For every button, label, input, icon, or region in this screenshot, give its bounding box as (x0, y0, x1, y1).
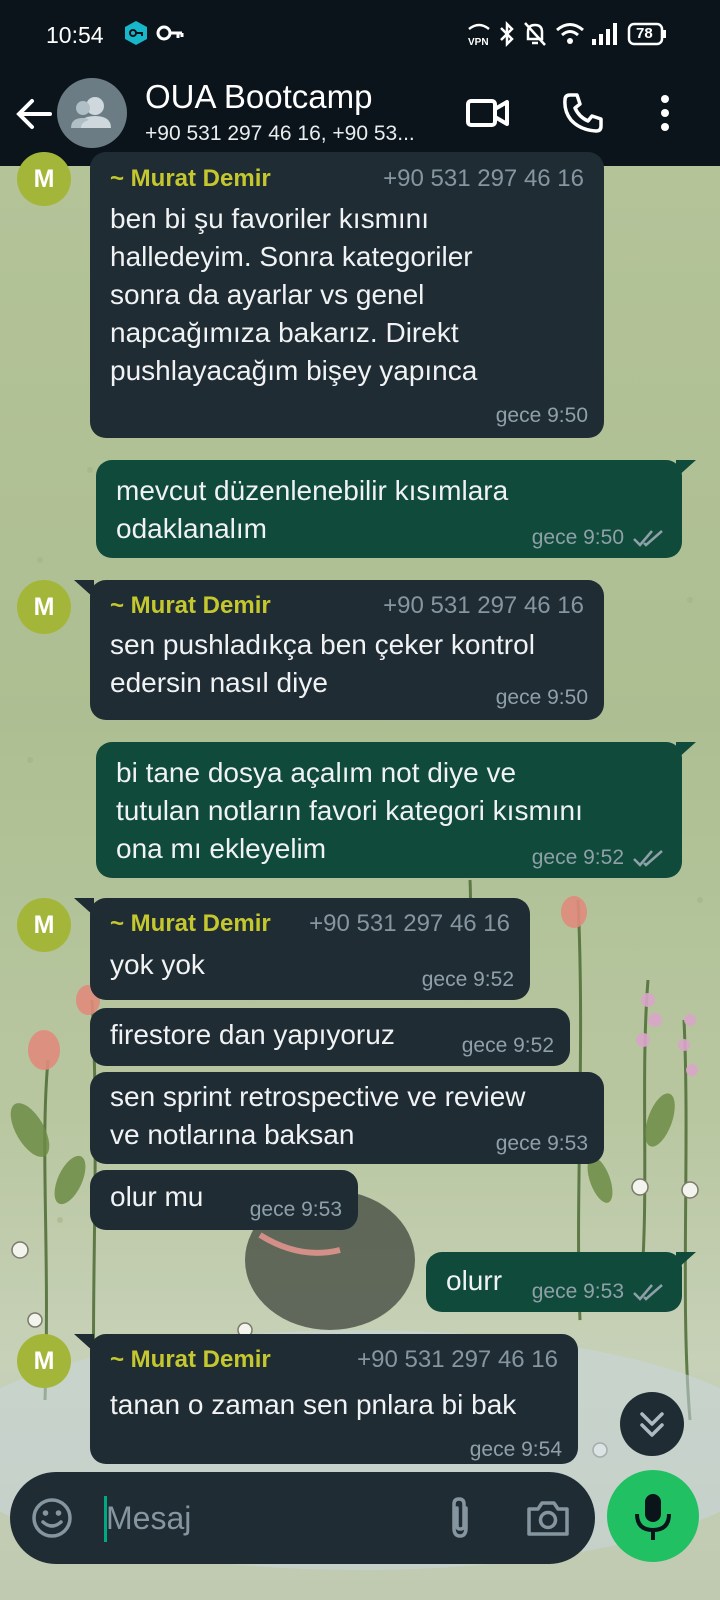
message-time: gece 9:52 (421, 968, 514, 991)
vpn-icon: VPN (466, 20, 492, 53)
message-input-bar: Mesaj (10, 1472, 595, 1564)
sender-name[interactable]: ~ Murat Demir (110, 592, 271, 619)
incoming-message[interactable]: ~ Murat Demir +90 531 297 46 16 yok yok … (90, 898, 530, 1000)
group-people-icon (71, 97, 111, 128)
vpn-key-badge-icon (123, 20, 149, 51)
incoming-message[interactable]: ~ Murat Demir +90 531 297 46 16 tanan o … (90, 1334, 578, 1464)
outgoing-message[interactable]: mevcut düzenlenebilir kısımlara odaklana… (96, 460, 682, 558)
emoji-icon[interactable] (30, 1496, 74, 1545)
message-time: gece 9:53 (495, 1132, 588, 1155)
message-meta: gece 9:50 (532, 526, 666, 550)
sender-name[interactable]: ~ Murat Demir (110, 910, 271, 937)
attach-icon[interactable] (440, 1494, 480, 1547)
sender-phone: +90 531 297 46 16 (383, 592, 584, 619)
chat-subtitle[interactable]: +90 531 297 46 16, +90 53... (145, 122, 445, 146)
group-avatar[interactable] (57, 78, 127, 148)
scroll-to-bottom-button[interactable] (620, 1392, 684, 1456)
message-text: tanan o zaman sen pnlara bi bak (110, 1389, 517, 1420)
sender-avatar[interactable]: M (17, 152, 71, 206)
message-time: gece 9:53 (531, 1280, 624, 1303)
incoming-message[interactable]: olur mu gece 9:53 (90, 1170, 358, 1230)
svg-text:VPN: VPN (468, 37, 489, 48)
back-arrow-icon[interactable] (14, 94, 54, 134)
message-time: gece 9:50 (531, 526, 624, 549)
message-input[interactable]: Mesaj (106, 1500, 191, 1537)
read-ticks-icon (633, 850, 663, 868)
voice-message-button[interactable] (607, 1470, 699, 1562)
sender-avatar[interactable]: M (17, 580, 71, 634)
outgoing-message[interactable]: olurr gece 9:53 (426, 1252, 682, 1312)
message-text: ben bi şu favoriler kısmını halledeyim. … (110, 203, 478, 386)
status-time: 10:54 (46, 22, 104, 48)
sender-phone: +90 531 297 46 16 (309, 910, 510, 937)
double-chevron-down-icon (640, 1412, 664, 1437)
read-ticks-icon (633, 530, 663, 548)
sender-phone: +90 531 297 46 16 (383, 165, 584, 192)
sender-phone: +90 531 297 46 16 (357, 1346, 558, 1373)
muted-bell-icon (522, 20, 548, 53)
microphone-icon (635, 1494, 671, 1540)
voice-call-icon[interactable] (560, 90, 606, 136)
chat-title[interactable]: OUA Bootcamp (145, 78, 372, 116)
bubble-tail (676, 1252, 696, 1270)
key-icon (156, 20, 184, 51)
read-ticks-icon (633, 1284, 663, 1302)
status-bar: 10:54 VPN 78 (0, 0, 720, 70)
incoming-message[interactable]: ~ Murat Demir +90 531 297 46 16 ben bi ş… (90, 152, 604, 438)
message-time: gece 9:53 (249, 1198, 342, 1221)
message-meta: gece 9:53 (532, 1280, 666, 1304)
bubble-tail (676, 742, 696, 760)
bubble-tail (676, 460, 696, 478)
message-time: gece 9:50 (495, 686, 588, 709)
incoming-message[interactable]: ~ Murat Demir +90 531 297 46 16 sen push… (90, 580, 604, 720)
message-time: gece 9:52 (461, 1034, 554, 1057)
incoming-message[interactable]: firestore dan yapıyoruz gece 9:52 (90, 1008, 570, 1066)
message-time: gece 9:50 (495, 404, 588, 427)
signal-icon (591, 20, 619, 53)
battery-level: 78 (636, 25, 653, 42)
sender-avatar[interactable]: M (17, 1334, 71, 1388)
wifi-icon (555, 20, 585, 53)
outgoing-message[interactable]: bi tane dosya açalım not diye ve tutulan… (96, 742, 682, 878)
message-meta: gece 9:52 (532, 846, 666, 870)
sender-name[interactable]: ~ Murat Demir (110, 165, 271, 192)
video-call-icon[interactable] (465, 90, 511, 136)
message-time: gece 9:54 (469, 1438, 562, 1461)
more-options-icon[interactable] (642, 90, 688, 136)
incoming-message[interactable]: sen sprint retrospective ve review ve no… (90, 1072, 604, 1164)
sender-name[interactable]: ~ Murat Demir (110, 1346, 271, 1373)
camera-icon[interactable] (525, 1496, 571, 1545)
sender-avatar[interactable]: M (17, 898, 71, 952)
message-time: gece 9:52 (531, 846, 624, 869)
bluetooth-icon (498, 20, 516, 53)
